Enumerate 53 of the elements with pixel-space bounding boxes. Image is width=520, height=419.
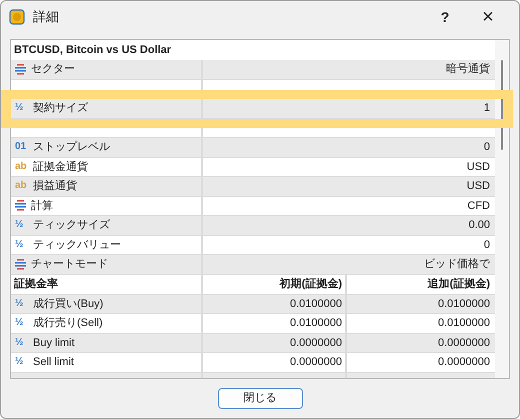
close-button[interactable]: ×: [465, 3, 511, 31]
property-label: ティックバリュー: [33, 238, 121, 252]
margin-label: 成行売り(Sell): [33, 316, 103, 331]
fraction-icon: ½: [15, 357, 28, 368]
fraction-icon: ½: [15, 338, 28, 348]
margin-label: Buy limit: [33, 336, 75, 350]
property-value: USD: [466, 160, 490, 174]
property-value: CFD: [467, 198, 490, 214]
table-cell-text: 0.0100000: [290, 296, 342, 312]
fraction-icon: ½: [15, 220, 28, 230]
property-value: 0: [484, 238, 490, 252]
property-label: セクター: [31, 62, 75, 77]
property-label: チャートモード: [31, 257, 108, 272]
property-value: 0: [484, 140, 490, 155]
table-cell-text: 0.0100000: [290, 316, 342, 331]
column-header: 追加(証拠金): [428, 276, 490, 292]
property-value: ビッド価格で: [424, 257, 490, 272]
table-cell-text: 0.0000000: [290, 336, 342, 350]
help-button[interactable]: ?: [425, 3, 465, 31]
list-icon: [15, 258, 26, 270]
fraction-icon: ½: [15, 298, 28, 309]
column-header: 初期(証拠金): [280, 276, 342, 292]
property-label: 契約サイズ: [33, 101, 88, 116]
number-type-icon: 01: [15, 142, 28, 152]
window-title: 詳細: [33, 8, 59, 26]
close-dialog-button[interactable]: 閉じる: [218, 388, 302, 409]
margin-label: 成行買い(Buy): [33, 296, 104, 312]
symbol-title: BTCUSD, Bitcoin vs US Dollar: [13, 42, 172, 58]
table-cell-text: 0.0000000: [290, 355, 342, 370]
property-label: ストップレベル: [33, 140, 110, 155]
column-header: 証拠金率: [14, 276, 58, 292]
table-cell-text: 0.0000000: [438, 355, 490, 370]
property-value: 1: [484, 101, 490, 116]
property-label: 計算: [31, 198, 53, 214]
property-label: 証拠金通貨: [33, 160, 88, 174]
table-cell-text: 0.0100000: [438, 316, 490, 331]
fraction-icon: ½: [15, 240, 28, 250]
scrollbar-thumb[interactable]: [501, 60, 503, 150]
property-label: ティックサイズ: [33, 218, 110, 233]
coin-icon: [9, 9, 25, 25]
table-cell-text: 0.0100000: [438, 296, 490, 312]
margin-label: Sell limit: [33, 355, 74, 370]
text-type-icon: ab: [15, 162, 28, 172]
table-cell-text: 0.0000000: [438, 336, 490, 350]
property-value: USD: [466, 179, 490, 194]
text-type-icon: ab: [15, 181, 28, 192]
list-icon: [15, 200, 26, 212]
list-icon: [15, 64, 26, 75]
fraction-icon: ½: [15, 318, 28, 328]
property-label: 損益通貨: [33, 178, 77, 194]
property-value: 暗号通貨: [446, 62, 490, 77]
fraction-icon: ½: [15, 103, 28, 114]
property-value: 0.00: [468, 218, 490, 233]
